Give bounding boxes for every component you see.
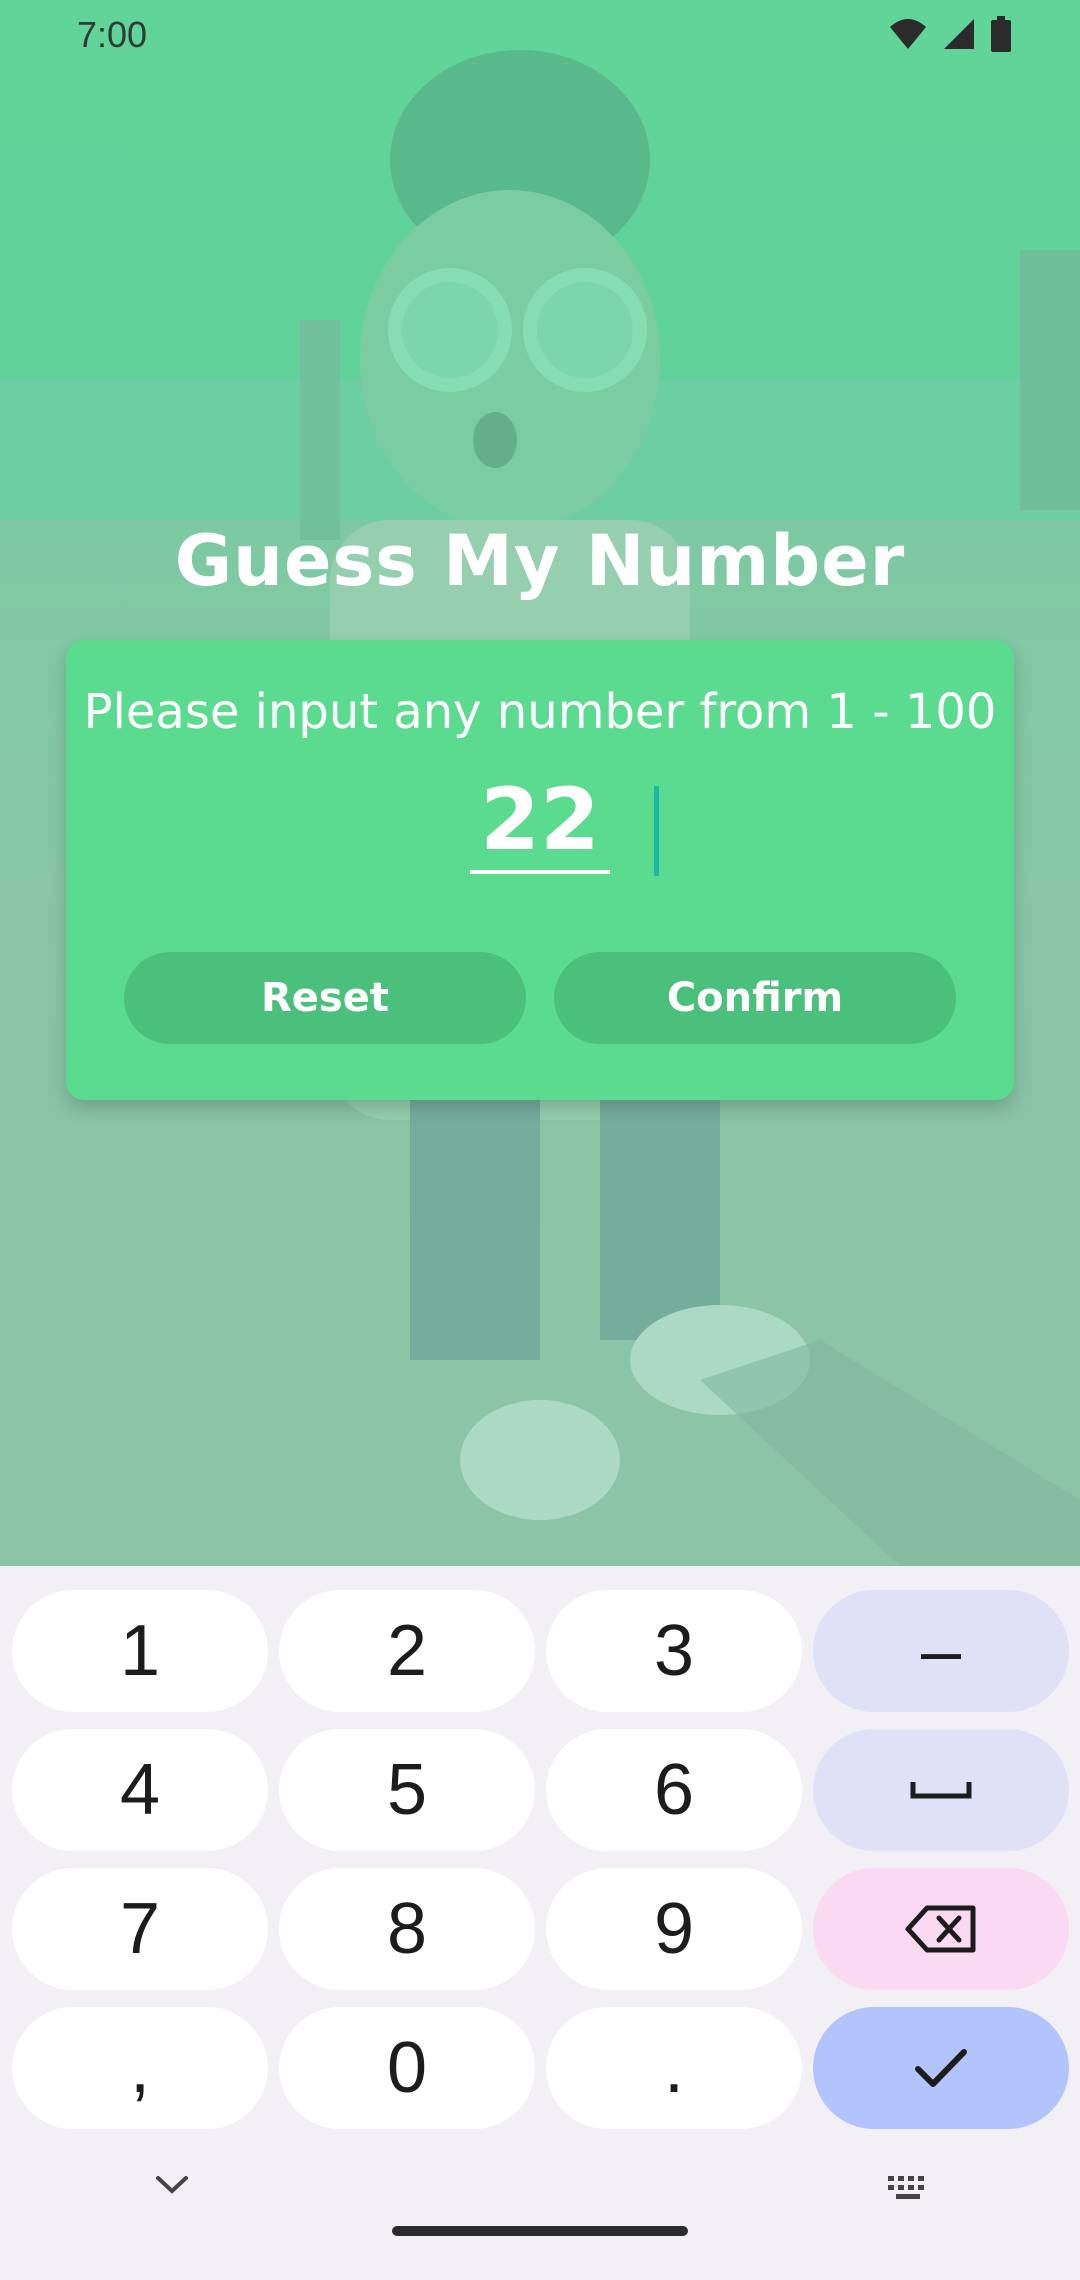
key-3[interactable]: 3: [546, 1590, 802, 1712]
signal-icon: [942, 17, 976, 55]
status-bar: 7:00: [0, 0, 1080, 72]
key-7[interactable]: 7: [12, 1868, 268, 1990]
input-prompt: Please input any number from 1 - 100: [83, 684, 997, 740]
key-6[interactable]: 6: [546, 1729, 802, 1851]
key-8[interactable]: 8: [279, 1868, 535, 1990]
key-done[interactable]: [813, 2007, 1069, 2129]
app-screen: 7:00 Guess My Number Please input any nu…: [0, 0, 1080, 2280]
key-minus[interactable]: –: [813, 1590, 1069, 1712]
confirm-button[interactable]: Confirm: [554, 952, 956, 1044]
key-space[interactable]: [813, 1729, 1069, 1851]
status-time: 7:00: [77, 14, 148, 55]
key-4[interactable]: 4: [12, 1729, 268, 1851]
key-backspace[interactable]: [813, 1868, 1069, 1990]
status-icons: [888, 16, 1012, 56]
home-gesture-handle[interactable]: [392, 2226, 688, 2236]
backspace-icon: [905, 1905, 976, 1953]
key-comma[interactable]: ,: [12, 2007, 268, 2129]
text-caret: [654, 786, 659, 876]
wifi-icon: [888, 17, 928, 55]
guess-card: Please input any number from 1 - 100 Res…: [66, 640, 1014, 1100]
key-5[interactable]: 5: [279, 1729, 535, 1851]
number-input[interactable]: [470, 770, 610, 874]
battery-icon: [990, 16, 1012, 56]
key-2[interactable]: 2: [279, 1590, 535, 1712]
navigation-bar: [0, 2130, 1080, 2280]
key-period[interactable]: .: [546, 2007, 802, 2129]
key-9[interactable]: 9: [546, 1868, 802, 1990]
checkmark-icon: [915, 2049, 967, 2087]
hide-keyboard-chevron-icon[interactable]: [152, 2172, 192, 2200]
key-0[interactable]: 0: [279, 2007, 535, 2129]
key-1[interactable]: 1: [12, 1590, 268, 1712]
keyboard-switch-icon[interactable]: [886, 2174, 930, 2206]
app-title: Guess My Number: [174, 520, 906, 602]
reset-button[interactable]: Reset: [124, 952, 526, 1044]
numeric-keyboard: 1 2 3 – 4 5 6 7 8 9 , 0 .: [0, 1566, 1080, 2280]
space-icon: [910, 1782, 972, 1799]
